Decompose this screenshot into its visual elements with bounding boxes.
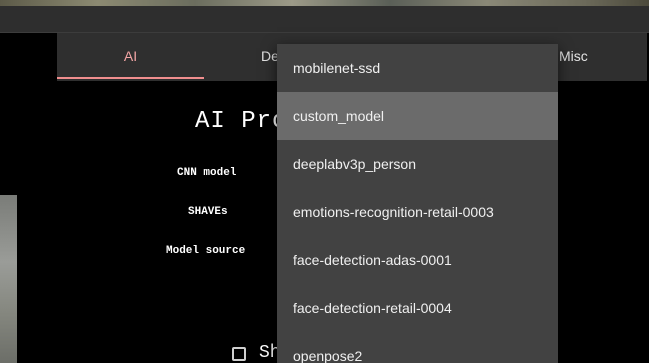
shaves-label: SHAVEs <box>188 206 228 218</box>
window-titlebar <box>0 6 649 33</box>
menu-option-face-detection-adas[interactable]: face-detection-adas-0001 <box>277 236 558 284</box>
show-checkbox[interactable] <box>232 347 246 361</box>
menu-option-face-detection-retail[interactable]: face-detection-retail-0004 <box>277 284 558 332</box>
menu-option-custom-model[interactable]: custom_model <box>277 92 558 140</box>
menu-option-deeplabv3p-person[interactable]: deeplabv3p_person <box>277 140 558 188</box>
tab-ai[interactable]: AI <box>57 33 204 81</box>
menu-option-emotions-recognition[interactable]: emotions-recognition-retail-0003 <box>277 188 558 236</box>
tab-misc-label: Misc <box>559 48 588 64</box>
menu-option-openpose2[interactable]: openpose2 <box>277 332 558 363</box>
cnn-model-dropdown-menu: mobilenet-ssd custom_model deeplabv3p_pe… <box>277 44 558 363</box>
model-source-label: Model source <box>166 245 246 257</box>
cnn-model-label: CNN model <box>177 167 237 179</box>
menu-option-mobilenet-ssd[interactable]: mobilenet-ssd <box>277 44 558 92</box>
camera-preview <box>0 195 17 363</box>
section-heading: AI Pro <box>195 108 288 135</box>
active-tab-indicator <box>57 77 204 79</box>
tab-ai-label: AI <box>123 48 138 64</box>
